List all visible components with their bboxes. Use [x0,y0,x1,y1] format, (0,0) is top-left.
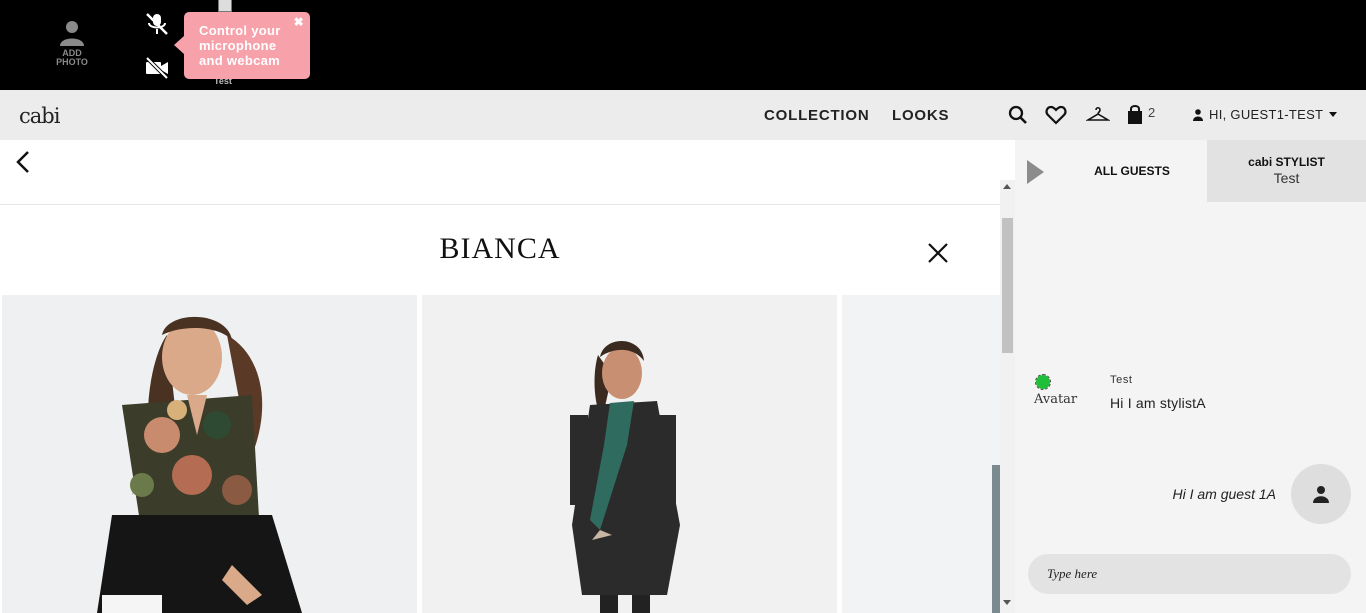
bag-button[interactable] [1126,104,1148,126]
webcam-toggle-button[interactable] [144,56,170,80]
nav-link-collection[interactable]: COLLECTION [764,107,870,124]
add-photo-button[interactable]: ADD PHOTO [50,18,94,67]
chat-panel: ALL GUESTS cabi STYLIST Test Avatar Test… [1015,140,1366,613]
guest-avatar [1291,464,1351,524]
close-icon [928,243,948,263]
video-top-bar: ADD PHOTO Test Control your microphone a… [0,0,1366,90]
message-text-guest: Hi I am guest 1A [1172,486,1277,502]
chevron-left-icon [16,151,29,173]
bag-count-badge: 2 [1148,105,1156,120]
online-status-icon [1035,374,1051,390]
caret-down-icon [1329,112,1338,117]
tab-all-guests[interactable]: ALL GUESTS [1057,140,1207,202]
close-look-button[interactable] [926,241,950,265]
product-image-1[interactable] [2,295,417,613]
add-photo-label: ADD PHOTO [56,48,88,67]
look-detail-panel: BIANCA [0,140,1015,613]
user-menu[interactable]: HI, GUEST1-TEST [1193,107,1338,122]
model-photo-3 [842,295,1000,613]
product-image-3[interactable] [842,295,1000,613]
brand-logo[interactable]: cabi [19,104,60,128]
person-icon [60,21,84,46]
user-icon [1193,108,1203,121]
hanger-icon [1085,106,1111,121]
scroll-up-arrow-icon[interactable] [1003,184,1011,189]
header-divider [0,204,1000,205]
microphone-off-icon [146,13,168,35]
nav-link-looks[interactable]: LOOKS [892,107,949,124]
tooltip-close-icon[interactable]: ✖ [294,16,304,28]
camera-off-icon [145,56,169,80]
user-icon [1313,486,1329,503]
media-tooltip: Control your microphone and webcam ✖ [174,12,310,79]
heart-icon [1045,105,1067,125]
product-image-2[interactable] [422,295,837,613]
wishlist-button[interactable] [1045,104,1067,126]
user-greeting: HI, GUEST1-TEST [1209,107,1324,122]
message-sender: Test [1110,374,1133,386]
collapse-chat-arrow-icon[interactable] [1027,160,1044,184]
closet-button[interactable] [1085,104,1111,126]
look-title: BIANCA [439,232,561,265]
search-icon [1008,105,1027,124]
tab-stylist[interactable]: cabi STYLIST Test [1207,140,1366,202]
bag-icon [1128,105,1142,124]
search-button[interactable] [1007,104,1029,126]
tooltip-text: Control your microphone and webcam [199,23,281,68]
stylist-tab-title: cabi STYLIST [1248,155,1325,169]
back-button[interactable] [12,148,34,176]
broken-image-icon [218,0,232,12]
avatar-alt-text: Avatar [1034,392,1078,407]
message-text-stylist: Hi I am stylistA [1110,395,1206,411]
main-navbar: cabi COLLECTION LOOKS 2 HI, GUEST1-TEST [0,90,1366,140]
chat-message-input[interactable] [1028,554,1351,594]
microphone-toggle-button[interactable] [144,12,170,36]
model-photo-1 [2,295,417,613]
scroll-down-arrow-icon[interactable] [1003,600,1011,605]
model-photo-2 [422,295,837,613]
stylist-tab-name: Test [1273,170,1300,186]
scrollbar-thumb[interactable] [1002,218,1013,353]
